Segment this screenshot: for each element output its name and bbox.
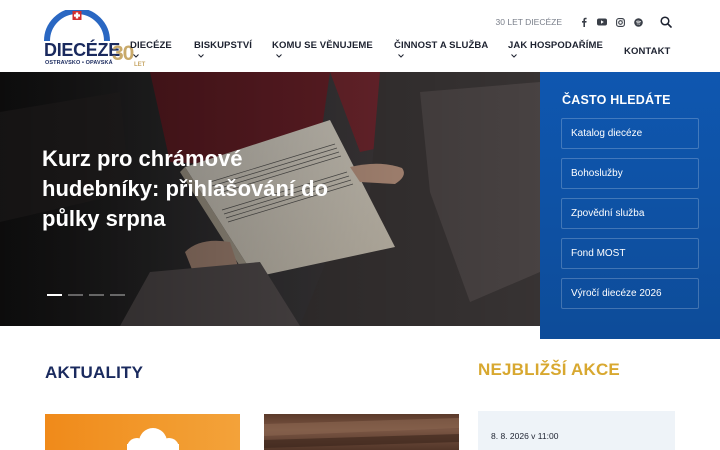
event-card[interactable]: 8. 8. 2026 v 11:00 — [478, 411, 675, 450]
news-card[interactable] — [45, 414, 240, 450]
youtube-icon[interactable] — [594, 14, 610, 30]
site-header: DIECÉZE OSTRAVSKO • OPAVSKÁ 30 LET 30 LE… — [0, 0, 720, 72]
events-section-title: NEJBLIŽŠÍ AKCE — [478, 360, 620, 379]
chevron-down-icon — [198, 54, 206, 60]
chevron-down-icon — [511, 54, 519, 60]
nav-item-biskupstvi[interactable]: BISKUPSTVÍ — [194, 40, 252, 51]
quicklink-bohosluzby[interactable]: Bohoslužby — [561, 158, 699, 189]
quicklink-fond-most[interactable]: Fond MOST — [561, 238, 699, 269]
anniversary-link[interactable]: 30 LET DIECÉZE — [496, 17, 562, 27]
event-date: 8. 8. 2026 v 11:00 — [491, 431, 559, 441]
logo-arc-icon — [44, 10, 110, 42]
news-card-image — [264, 418, 459, 448]
spotify-icon[interactable] — [630, 14, 646, 30]
slider-dot[interactable] — [68, 294, 83, 296]
nav-item-dieceze[interactable]: DIECÉZE — [130, 40, 172, 51]
panel-title: ČASTO HLEDÁTE — [562, 93, 671, 107]
quicklink-vyroci[interactable]: Výročí diecéze 2026 — [561, 278, 699, 309]
quicklink-katalog[interactable]: Katalog diecéze — [561, 118, 699, 149]
nav-item-jak-hospodarime[interactable]: JAK HOSPODAŘÍME — [508, 40, 603, 51]
chevron-down-icon — [398, 54, 406, 60]
topbar: 30 LET DIECÉZE — [496, 14, 674, 30]
chevron-down-icon — [133, 54, 141, 60]
instagram-icon[interactable] — [612, 14, 628, 30]
quicklink-zpovedni-sluzba[interactable]: Zpovědní služba — [561, 198, 699, 229]
slider-dot[interactable] — [110, 294, 125, 296]
logo-subtitle: OSTRAVSKO • OPAVSKÁ — [45, 60, 113, 66]
chevron-down-icon — [276, 54, 284, 60]
nav-item-cinnost-a-sluzba[interactable]: ČINNOST A SLUŽBA — [394, 40, 488, 51]
page: DIECÉZE OSTRAVSKO • OPAVSKÁ 30 LET 30 LE… — [0, 0, 720, 450]
news-section-title: AKTUALITY — [45, 363, 144, 382]
news-card[interactable] — [264, 414, 459, 450]
hero-title[interactable]: Kurz pro chrámové hudebníky: přihlašován… — [42, 144, 342, 234]
news-card-image — [127, 428, 179, 450]
frequently-searched-panel: ČASTO HLEDÁTE Katalog diecéze Bohoslužby… — [540, 72, 720, 339]
search-icon[interactable] — [660, 15, 674, 29]
facebook-icon[interactable] — [576, 14, 592, 30]
slider-dot[interactable] — [47, 294, 62, 296]
nav-item-komu-se-venujeme[interactable]: KOMU SE VĚNUJEME — [272, 40, 373, 51]
slider-dots — [47, 294, 125, 296]
logo-anniversary-word: LET — [134, 62, 146, 68]
slider-dot[interactable] — [89, 294, 104, 296]
logo-title: DIECÉZE — [44, 40, 120, 60]
nav-item-kontakt[interactable]: KONTAKT — [624, 46, 670, 57]
